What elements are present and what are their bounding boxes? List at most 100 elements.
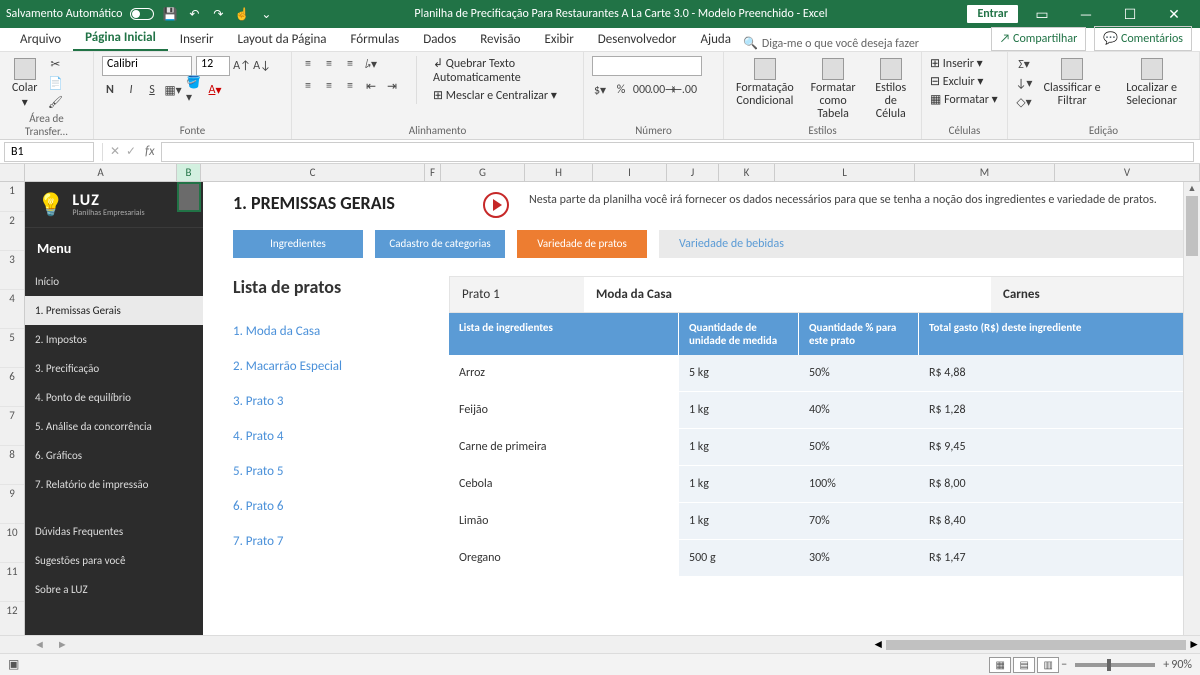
col-g[interactable]: G	[441, 164, 525, 181]
row-1[interactable]: 1	[0, 182, 24, 212]
table-row[interactable]: Arroz5 kg50%R$ 4,88	[449, 355, 1186, 392]
tab-developer[interactable]: Desenvolvedor	[586, 28, 689, 51]
col-a[interactable]: A	[25, 164, 177, 181]
row-8[interactable]: 8	[0, 446, 24, 485]
cell-ingredient[interactable]: Arroz	[449, 355, 679, 391]
dish-link-4[interactable]: 4. Prato 4	[233, 419, 433, 454]
row-10[interactable]: 10	[0, 524, 24, 563]
ribbon-options-icon[interactable]: ▭	[1022, 1, 1062, 27]
font-size-select[interactable]: 12	[196, 56, 230, 76]
sidebar-suggestions[interactable]: Sugestões para você	[25, 546, 203, 575]
tab-home[interactable]: Página Inicial	[73, 26, 168, 51]
col-f[interactable]: F	[425, 164, 441, 181]
cell-ingredient[interactable]: Cebola	[449, 466, 679, 502]
italic-icon[interactable]: I	[123, 82, 139, 98]
tab-view[interactable]: Exibir	[532, 28, 585, 51]
cell-qty[interactable]: 1 kg	[679, 503, 799, 539]
dish-link-5[interactable]: 5. Prato 5	[233, 454, 433, 489]
cell-cost[interactable]: R$ 1,28	[919, 392, 1186, 428]
table-row[interactable]: Cebola1 kg100%R$ 8,00	[449, 466, 1186, 503]
row-4[interactable]: 4	[0, 290, 24, 329]
cell-pct[interactable]: 70%	[799, 503, 919, 539]
cell-cost[interactable]: R$ 9,45	[919, 429, 1186, 465]
row-9[interactable]: 9	[0, 485, 24, 524]
row-2[interactable]: 2	[0, 212, 24, 251]
table-row[interactable]: Carne de primeira1 kg50%R$ 9,45	[449, 429, 1186, 466]
subtab-ingredientes[interactable]: Ingredientes	[233, 230, 363, 258]
sheet-nav-next-icon[interactable]: ►	[53, 638, 72, 651]
cell-pct[interactable]: 40%	[799, 392, 919, 428]
dec-decimal-icon[interactable]: ←.00	[676, 82, 692, 98]
hscroll-left-icon[interactable]: ◄	[872, 637, 884, 652]
normal-view-icon[interactable]: ▦	[989, 657, 1011, 673]
sidebar-faq[interactable]: Dúvidas Frequentes	[25, 517, 203, 546]
col-l[interactable]: L	[775, 164, 915, 181]
sidebar-item-6[interactable]: 6. Gráficos	[25, 441, 203, 470]
col-k[interactable]: K	[719, 164, 775, 181]
tab-insert[interactable]: Inserir	[168, 28, 226, 51]
row-5[interactable]: 5	[0, 329, 24, 368]
zoom-level[interactable]: 90%	[1171, 658, 1192, 672]
sidebar-item-7[interactable]: 7. Relatório de impressão	[25, 470, 203, 499]
cell-qty[interactable]: 500 g	[679, 540, 799, 576]
wrap-text-button[interactable]: ↲ Quebrar Texto Automaticamente	[433, 56, 575, 85]
comma-icon[interactable]: 000	[634, 82, 650, 98]
tellme-search[interactable]: 🔍 Diga-me o que você deseja fazer	[743, 36, 919, 51]
category-name[interactable]: Carnes	[991, 277, 1185, 312]
copy-icon[interactable]: 📄	[47, 75, 63, 91]
autosave-toggle[interactable]	[130, 8, 154, 20]
cell-pct[interactable]: 50%	[799, 355, 919, 391]
enter-formula-icon[interactable]: ✓	[123, 144, 139, 160]
align-left-icon[interactable]: ≡	[300, 78, 316, 94]
sidebar-home[interactable]: Início	[25, 267, 203, 296]
find-select-button[interactable]: Localizar e Selecionar	[1112, 56, 1191, 110]
save-icon[interactable]: 💾	[162, 6, 178, 22]
subtab-categorias[interactable]: Cadastro de categorias	[375, 230, 505, 258]
col-j[interactable]: J	[667, 164, 719, 181]
sort-filter-button[interactable]: Classificar e Filtrar	[1038, 56, 1106, 110]
prato-name[interactable]: Moda da Casa	[584, 277, 991, 312]
signin-button[interactable]: Entrar	[967, 5, 1018, 23]
cell-cost[interactable]: R$ 8,00	[919, 466, 1186, 502]
align-top-icon[interactable]: ≡	[300, 56, 316, 72]
align-center-icon[interactable]: ≡	[321, 78, 337, 94]
row-headers[interactable]: 1 2 3 4 5 6 7 8 9 10 11 12	[0, 182, 25, 645]
formula-input[interactable]	[161, 142, 1194, 162]
font-color-icon[interactable]: A▾	[207, 82, 223, 98]
play-icon[interactable]	[483, 192, 509, 218]
inc-decimal-icon[interactable]: .00→	[655, 82, 671, 98]
format-table-button[interactable]: Formatar como Tabela	[804, 56, 863, 124]
touch-icon[interactable]: ☝	[234, 6, 250, 22]
delete-cells-button[interactable]: ⊟ Excluir ▾	[930, 74, 998, 89]
align-right-icon[interactable]: ≡	[342, 78, 358, 94]
dish-link-1[interactable]: 1. Moda da Casa	[233, 314, 433, 349]
undo-icon[interactable]: ↶	[186, 6, 202, 22]
dish-link-6[interactable]: 6. Prato 6	[233, 489, 433, 524]
col-m[interactable]: M	[915, 164, 1055, 181]
col-c[interactable]: C	[201, 164, 425, 181]
cell-pct[interactable]: 50%	[799, 429, 919, 465]
shrink-font-icon[interactable]: A↓	[254, 58, 270, 74]
zoom-slider[interactable]	[1075, 663, 1155, 667]
cell-cost[interactable]: R$ 1,47	[919, 540, 1186, 576]
autosum-icon[interactable]: Σ▾	[1016, 56, 1032, 72]
tab-file[interactable]: Arquivo	[8, 28, 73, 51]
subtab-variedade-bebidas[interactable]: Variedade de bebidas	[659, 230, 1186, 258]
scroll-up-icon[interactable]: ▲	[1184, 182, 1200, 196]
scroll-thumb[interactable]	[1186, 196, 1198, 256]
currency-icon[interactable]: $▾	[592, 82, 608, 98]
sidebar-item-4[interactable]: 4. Ponto de equilíbrio	[25, 383, 203, 412]
table-row[interactable]: Feijão1 kg40%R$ 1,28	[449, 392, 1186, 429]
tab-data[interactable]: Dados	[411, 28, 468, 51]
underline-icon[interactable]: S	[144, 82, 160, 98]
column-headers[interactable]: A B C F G H I J K L M V	[0, 164, 1200, 182]
cell-qty[interactable]: 1 kg	[679, 429, 799, 465]
cell-pct[interactable]: 100%	[799, 466, 919, 502]
maximize-icon[interactable]: ☐	[1110, 1, 1150, 27]
comments-button[interactable]: 💬 Comentários	[1094, 26, 1192, 51]
cell-ingredient[interactable]: Carne de primeira	[449, 429, 679, 465]
cancel-formula-icon[interactable]: ✕	[107, 144, 123, 160]
cell-qty[interactable]: 1 kg	[679, 392, 799, 428]
hscroll-right-icon[interactable]: ►	[1188, 637, 1200, 652]
cell-styles-button[interactable]: Estilos de Célula	[868, 56, 913, 124]
